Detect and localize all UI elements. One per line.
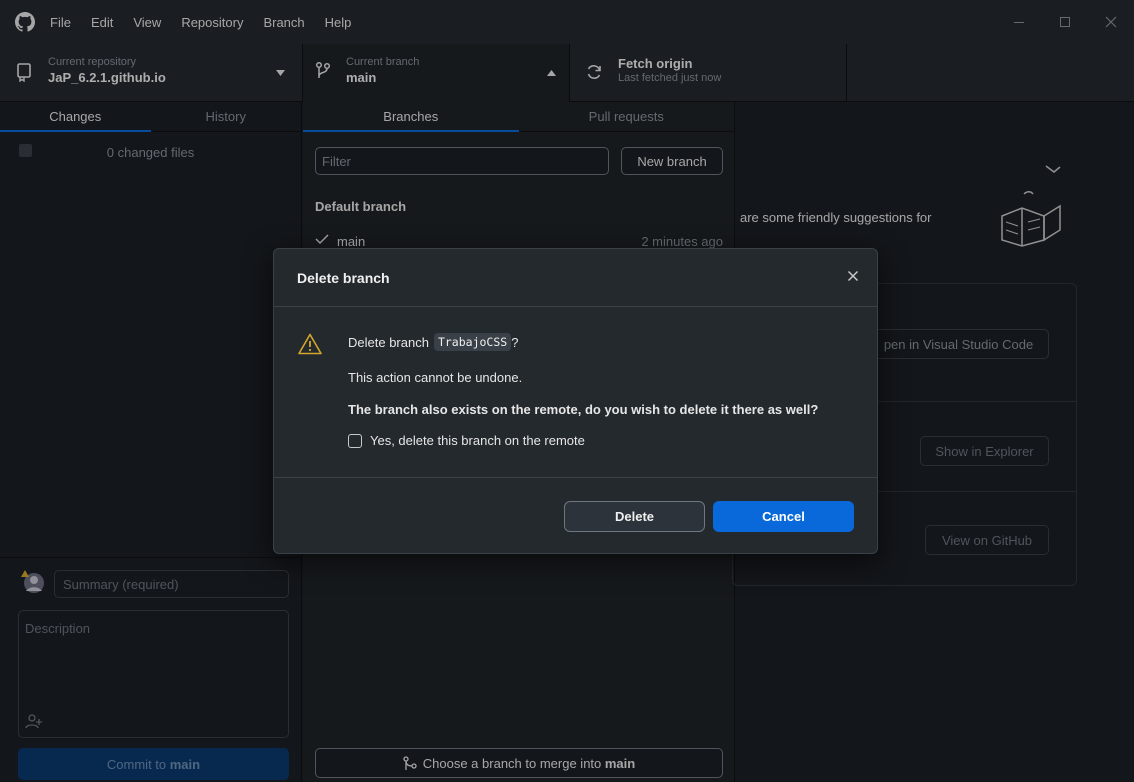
warning-icon: [298, 333, 322, 355]
delete-branch-dialog: Delete branch Delete branch TrabajoCSS ?…: [273, 248, 878, 554]
close-icon: [847, 270, 859, 282]
undo-warning: This action cannot be undone.: [348, 370, 523, 385]
cancel-button[interactable]: Cancel: [713, 501, 854, 532]
dialog-title: Delete branch: [297, 269, 390, 286]
question-suffix: ?: [511, 334, 519, 350]
checkbox-label: Yes, delete this branch on the remote: [370, 433, 585, 448]
delete-button[interactable]: Delete: [564, 501, 705, 532]
delete-remote-option[interactable]: Yes, delete this branch on the remote: [348, 433, 585, 448]
remote-question: The branch also exists on the remote, do…: [348, 402, 819, 417]
delete-remote-checkbox[interactable]: [348, 433, 362, 448]
question-prefix: Delete branch: [348, 334, 429, 350]
dialog-header: Delete branch: [274, 249, 877, 307]
branch-code: TrabajoCSS: [433, 333, 512, 351]
delete-question: Delete branch TrabajoCSS ?: [348, 333, 518, 351]
dialog-close-button[interactable]: [847, 270, 859, 282]
